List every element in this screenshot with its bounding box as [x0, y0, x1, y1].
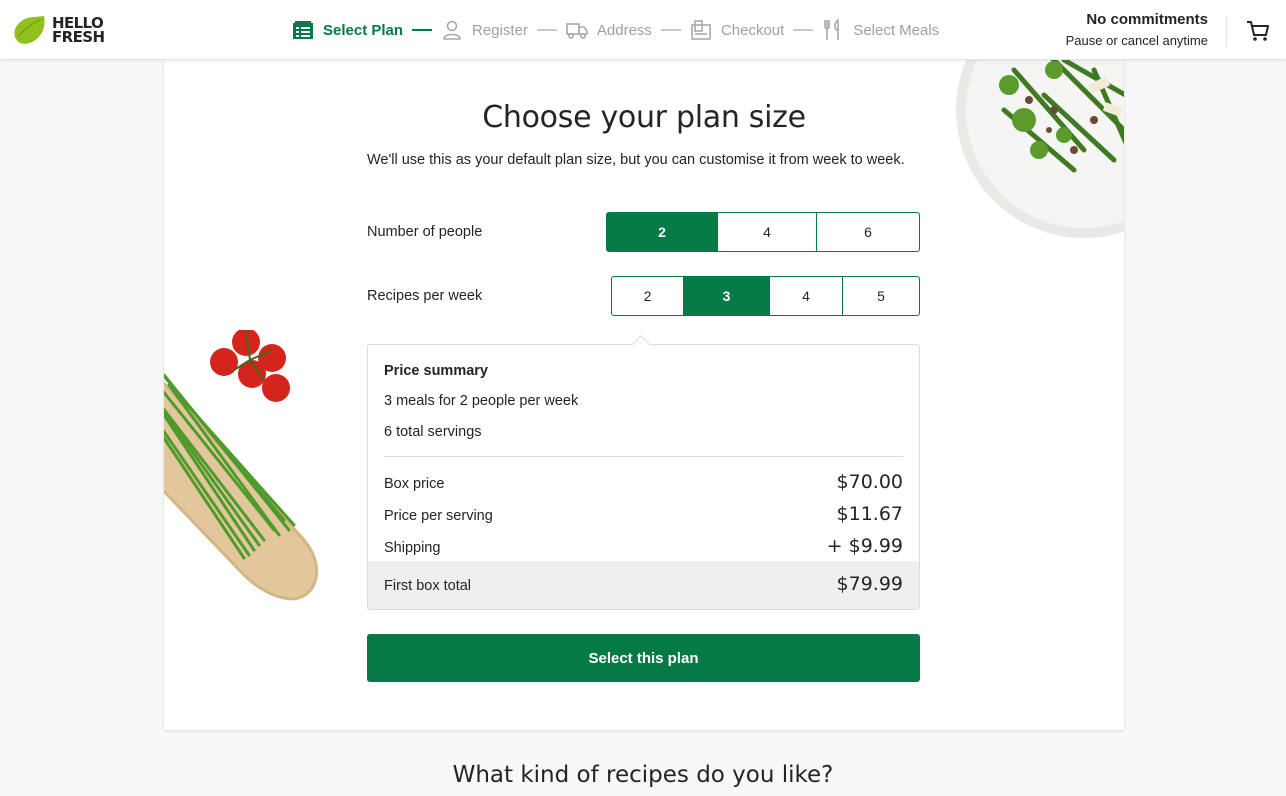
people-selector: 2 4 6 — [606, 212, 920, 252]
per-serving-label: Price per serving — [384, 508, 493, 524]
box-price-label: Box price — [384, 476, 445, 492]
top-header: HELLO FRESH Select Plan Register Address — [0, 0, 1286, 60]
box-price-value: $70.00 — [836, 471, 903, 493]
header-divider — [1226, 16, 1227, 46]
list-box-icon — [292, 19, 314, 41]
recipes-selector: 2 3 4 5 — [611, 276, 920, 316]
total-bar: First box total $79.99 — [368, 561, 919, 609]
logo-wordmark: HELLO FRESH — [52, 14, 105, 46]
receipt-icon — [690, 19, 712, 41]
commit-subtitle: Pause or cancel anytime — [1065, 33, 1208, 48]
recipes-option-5[interactable]: 5 — [843, 276, 920, 316]
people-option-2[interactable]: 2 — [606, 212, 718, 252]
shipping-label: Shipping — [384, 540, 441, 556]
step-address[interactable]: Address — [566, 19, 652, 41]
shipping-value: + $9.99 — [826, 535, 903, 557]
lime-logo-icon — [14, 16, 45, 44]
step-label: Address — [596, 21, 652, 39]
checkout-steps: Select Plan Register Address Checkout Se… — [292, 0, 939, 60]
step-label: Select Plan — [323, 21, 404, 39]
step-select-meals[interactable]: Select Meals — [822, 19, 939, 41]
total-row: First box total $79.99 — [384, 573, 903, 595]
recipes-option-4[interactable]: 4 — [770, 276, 843, 316]
total-label: First box total — [384, 578, 472, 594]
page-subtitle: We'll use this as your default plan size… — [367, 152, 905, 168]
step-connector — [536, 29, 557, 31]
recipes-option-3[interactable]: 3 — [684, 276, 770, 316]
recipes-label: Recipes per week — [367, 288, 483, 304]
step-connector — [793, 29, 814, 31]
people-label: Number of people — [367, 224, 483, 240]
recipes-section-title: What kind of recipes do you like? — [452, 762, 834, 788]
step-select-plan[interactable]: Select Plan — [292, 19, 403, 41]
commit-title: No commitments — [1086, 11, 1208, 28]
select-plan-button[interactable]: Select this plan — [367, 634, 920, 682]
fork-knife-icon — [822, 19, 844, 41]
step-label: Register — [472, 21, 528, 39]
per-serving-row: Price per serving $11.67 — [384, 503, 903, 525]
cart-icon[interactable] — [1246, 20, 1270, 42]
per-serving-value: $11.67 — [836, 503, 903, 525]
salad-plate-image — [956, 60, 1124, 238]
step-label: Select Meals — [853, 21, 940, 39]
total-value: $79.99 — [836, 573, 903, 595]
hellofresh-logo[interactable]: HELLO FRESH — [12, 14, 108, 46]
price-summary: Price summary 3 meals for 2 people per w… — [367, 344, 920, 610]
people-option-6[interactable]: 6 — [817, 212, 920, 252]
summary-title: Price summary — [384, 363, 488, 379]
summary-divider — [384, 456, 903, 457]
page-title: Choose your plan size — [482, 100, 806, 135]
plan-size-card: Choose your plan size We'll use this as … — [164, 60, 1124, 730]
green-beans-board-image — [164, 330, 319, 601]
step-connector — [412, 29, 433, 31]
truck-icon — [566, 19, 588, 41]
step-label: Checkout — [720, 21, 785, 39]
shipping-row: Shipping + $9.99 — [384, 535, 903, 557]
recipes-option-2[interactable]: 2 — [611, 276, 684, 316]
user-icon — [441, 19, 463, 41]
people-option-4[interactable]: 4 — [718, 212, 817, 252]
commitment-note: No commitments Pause or cancel anytime — [1066, 11, 1208, 48]
meals-line: 3 meals for 2 people per week — [384, 393, 579, 409]
box-price-row: Box price $70.00 — [384, 471, 903, 493]
step-connector — [660, 29, 681, 31]
step-checkout[interactable]: Checkout — [690, 19, 784, 41]
servings-line: 6 total servings — [384, 424, 482, 440]
step-register[interactable]: Register — [441, 19, 528, 41]
